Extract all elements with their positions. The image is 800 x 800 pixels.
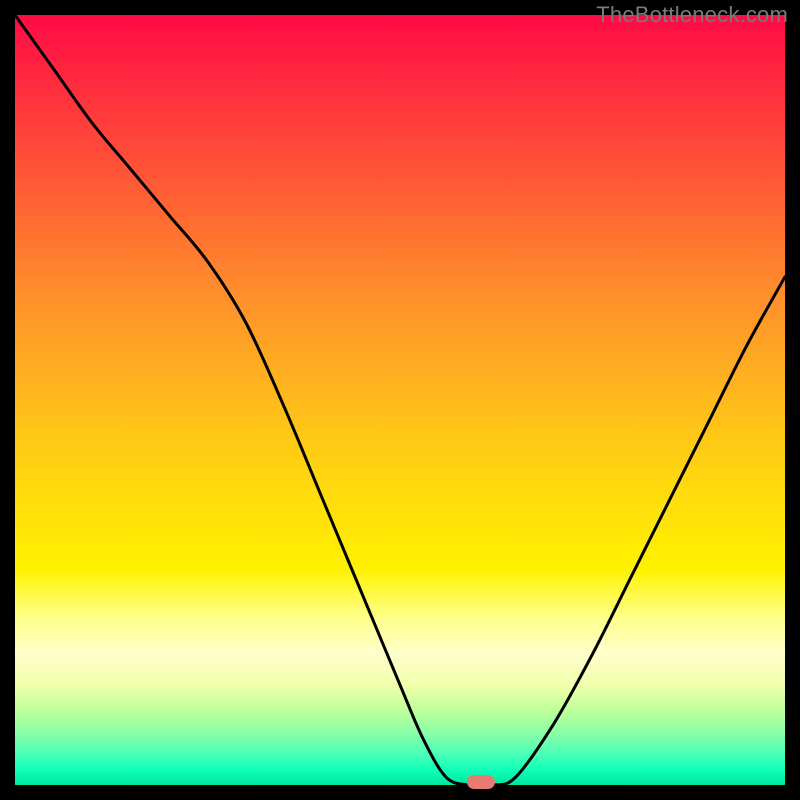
plot-area (15, 15, 785, 785)
watermark-text: TheBottleneck.com (596, 2, 788, 28)
bottleneck-curve-path (15, 15, 785, 786)
curve-svg (15, 15, 785, 785)
chart-frame: TheBottleneck.com (0, 0, 800, 800)
optimal-marker (467, 775, 495, 789)
